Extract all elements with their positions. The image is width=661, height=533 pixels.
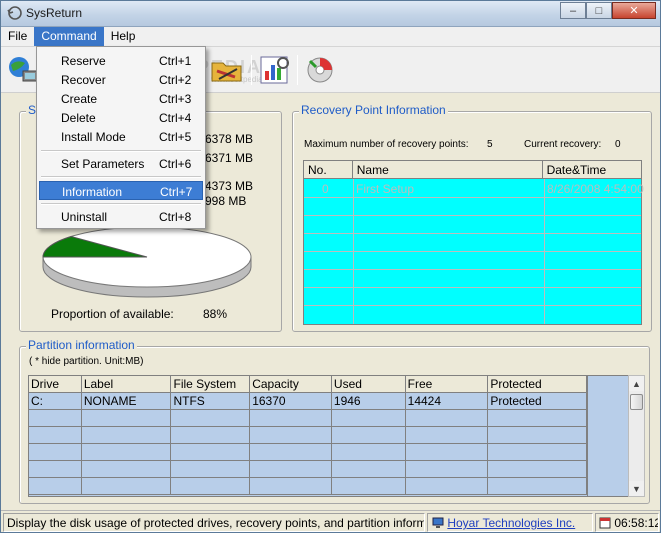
column-header[interactable]: File System [171, 376, 251, 392]
minimize-button[interactable]: – [560, 2, 586, 19]
disk-usage-pie [42, 226, 252, 298]
app-icon [7, 6, 22, 20]
menu-item-reserve[interactable]: Reserve Ctrl+1 [39, 51, 203, 70]
proportion-label: Proportion of available: [51, 307, 174, 321]
menu-item-delete[interactable]: Delete Ctrl+4 [39, 108, 203, 127]
menu-item-information[interactable]: Information Ctrl+7 [39, 181, 203, 200]
column-header[interactable]: Drive [29, 376, 82, 392]
app-window: SysReturn – □ ✕ File Command Help SOFTPE… [0, 0, 661, 533]
title-bar: SysReturn – □ ✕ [1, 1, 660, 27]
status-message: Display the disk usage of protected driv… [3, 513, 425, 532]
table-filler [588, 375, 628, 497]
calendar-clock-icon [599, 517, 611, 529]
close-button[interactable]: ✕ [612, 2, 656, 19]
column-header[interactable]: Capacity [250, 376, 332, 392]
proportion-value: 88% [203, 307, 228, 321]
column-header[interactable]: Used [332, 376, 406, 392]
company-link[interactable]: Hoyar Technologies Inc. [447, 516, 575, 530]
summary-value: 6371 MB [205, 151, 254, 165]
disc-restore-icon[interactable] [302, 53, 338, 87]
chart-report-icon[interactable] [257, 53, 293, 87]
cell-filesystem: NTFS [171, 393, 251, 409]
scroll-down-icon[interactable]: ▼ [629, 481, 644, 496]
menu-item-install-mode[interactable]: Install Mode Ctrl+5 [39, 127, 203, 146]
column-header[interactable]: Name [353, 161, 543, 178]
menu-item-uninstall[interactable]: Uninstall Ctrl+8 [39, 207, 203, 226]
table-row[interactable] [29, 410, 587, 427]
column-header[interactable]: Protected [488, 376, 587, 392]
menu-item-recover[interactable]: Recover Ctrl+2 [39, 70, 203, 89]
summary-value: 4373 MB [205, 179, 254, 193]
cell-drive: C: [29, 393, 82, 409]
status-bar: Display the disk usage of protected driv… [1, 510, 660, 532]
cell-free: 14424 [406, 393, 489, 409]
recovery-no: 0 [322, 182, 329, 196]
menu-help[interactable]: Help [104, 27, 143, 46]
table-row[interactable] [29, 444, 587, 461]
max-points-label: Maximum number of recovery points: [304, 139, 469, 150]
window-title: SysReturn [26, 6, 83, 20]
menu-separator [41, 176, 201, 178]
table-row[interactable]: C: NONAME NTFS 16370 1946 14424 Protecte… [29, 393, 587, 410]
column-header[interactable]: No. [304, 161, 353, 178]
current-recovery-value: 0 [615, 139, 621, 150]
partition-note: ( * hide partition. Unit:MB) [29, 356, 144, 367]
scroll-thumb[interactable] [630, 394, 643, 410]
partition-scrollbar[interactable]: ▲ ▼ [628, 375, 645, 497]
summary-value: 6378 MB [205, 132, 254, 146]
recovery-name: First Setup [356, 182, 415, 196]
clock-time: 06:58:12 [614, 516, 659, 530]
partition-table[interactable]: Drive Label File System Capacity Used Fr… [28, 375, 588, 497]
max-points-value: 5 [487, 139, 493, 150]
cell-used: 1946 [332, 393, 406, 409]
folder-tools-icon[interactable] [209, 53, 245, 87]
maximize-button[interactable]: □ [586, 2, 612, 19]
menu-bar: File Command Help [1, 27, 660, 47]
menu-command[interactable]: Command [34, 27, 104, 46]
monitor-icon [432, 517, 444, 528]
current-recovery-label: Current recovery: [524, 139, 602, 150]
menu-item-create[interactable]: Create Ctrl+3 [39, 89, 203, 108]
company-pane: Hoyar Technologies Inc. [427, 513, 593, 532]
menu-separator [41, 150, 201, 152]
table-row[interactable] [29, 427, 587, 444]
summary-value: 998 MB [205, 194, 247, 208]
menu-item-set-parameters[interactable]: Set Parameters Ctrl+6 [39, 154, 203, 173]
column-header[interactable]: Date&Time [543, 161, 641, 178]
recovery-table-body[interactable]: 0 First Setup 8/26/2008 4:54:00 [303, 179, 644, 325]
recovery-datetime: 8/26/2008 4:54:00 [547, 182, 644, 196]
column-header[interactable]: Label [82, 376, 172, 392]
table-row[interactable] [29, 461, 587, 478]
scroll-up-icon[interactable]: ▲ [629, 376, 644, 391]
menu-separator [41, 203, 201, 205]
command-menu: Reserve Ctrl+1 Recover Ctrl+2 Create Ctrl+3… [36, 46, 206, 229]
recovery-table-header: No. Name Date&Time [303, 160, 642, 179]
partition-title: Partition information [26, 338, 137, 352]
cell-protected: Protected [488, 393, 587, 409]
clock-pane: 06:58:12 [595, 513, 659, 532]
recovery-title: Recovery Point Information [299, 103, 448, 117]
cell-label: NONAME [82, 393, 172, 409]
column-header[interactable]: Free [406, 376, 489, 392]
partition-table-header: Drive Label File System Capacity Used Fr… [29, 376, 587, 393]
cell-capacity: 16370 [250, 393, 332, 409]
table-row[interactable] [29, 478, 587, 495]
menu-file[interactable]: File [1, 27, 34, 46]
